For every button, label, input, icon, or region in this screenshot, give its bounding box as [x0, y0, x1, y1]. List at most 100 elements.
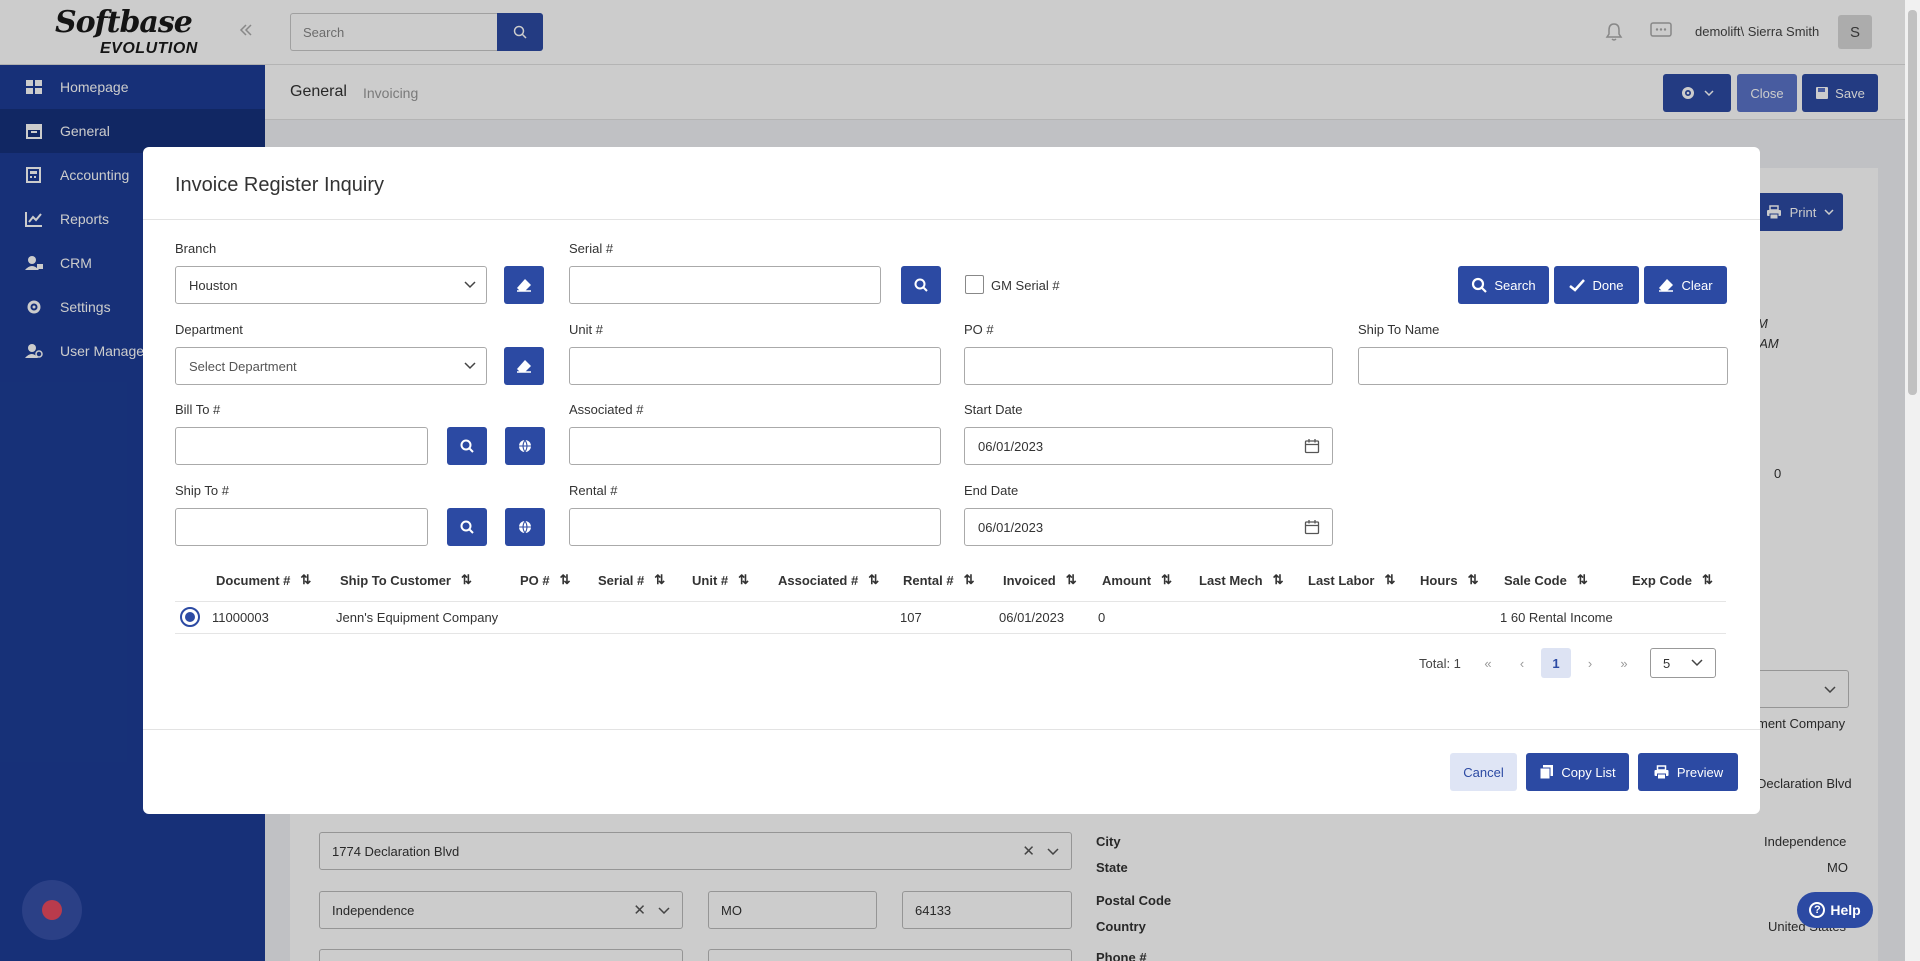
column-header-last-mech[interactable]: Last Mech ⇅: [1199, 572, 1283, 588]
branch-label: Branch: [175, 241, 217, 256]
divider: [143, 729, 1760, 730]
sort-icon: ⇅: [1272, 572, 1284, 587]
column-header-label: Sale Code: [1504, 572, 1567, 588]
po-label: PO #: [964, 322, 994, 337]
sort-icon: ⇅: [460, 572, 472, 587]
row-select-radio[interactable]: [180, 607, 200, 627]
rental-input[interactable]: [569, 508, 941, 546]
scrollbar-thumb[interactable]: [1908, 10, 1917, 395]
eraser-icon: [517, 279, 531, 292]
sort-icon: ⇅: [559, 572, 571, 587]
last-page-button[interactable]: »: [1609, 648, 1639, 678]
column-header-unit[interactable]: Unit # ⇅: [692, 572, 749, 588]
prev-page-button[interactable]: ‹: [1507, 648, 1537, 678]
column-header-invoiced[interactable]: Invoiced ⇅: [1003, 572, 1077, 588]
clear-department-button[interactable]: [504, 347, 544, 385]
copy-icon: [1539, 765, 1554, 780]
sort-icon: ⇅: [300, 572, 312, 587]
column-header-po[interactable]: PO # ⇅: [520, 572, 571, 588]
column-header-ship-to-customer[interactable]: Ship To Customer ⇅: [340, 572, 472, 588]
department-placeholder: Select Department: [189, 358, 297, 374]
column-header-amount[interactable]: Amount ⇅: [1102, 572, 1172, 588]
bill-to-search-button[interactable]: [447, 427, 487, 465]
sort-icon: ⇅: [1576, 572, 1588, 587]
page-scrollbar[interactable]: [1905, 0, 1920, 961]
chevron-down-icon: [464, 362, 476, 370]
preview-label: Preview: [1676, 764, 1724, 780]
ship-to-globe-button[interactable]: [505, 508, 545, 546]
column-header-last-labor[interactable]: Last Labor ⇅: [1308, 572, 1395, 588]
serial-search-button[interactable]: [901, 266, 941, 304]
sort-icon: ⇅: [963, 572, 975, 587]
column-header-exp-code[interactable]: Exp Code ⇅: [1632, 572, 1713, 588]
done-button[interactable]: Done: [1554, 266, 1639, 304]
column-header-label: Last Mech: [1199, 572, 1263, 588]
cell-rental: 107: [900, 610, 922, 625]
globe-icon: [519, 520, 531, 534]
cell-document: 11000003: [212, 610, 269, 625]
column-header-label: Exp Code: [1632, 572, 1692, 588]
column-header-label: Invoiced: [1003, 572, 1056, 588]
serial-label: Serial #: [569, 241, 614, 256]
page-button-1[interactable]: 1: [1541, 648, 1571, 678]
branch-value: Houston: [189, 277, 238, 293]
dialog-title: Invoice Register Inquiry: [175, 174, 384, 196]
bill-to-input[interactable]: [175, 427, 428, 465]
column-header-associated[interactable]: Associated # ⇅: [778, 572, 879, 588]
end-date-input[interactable]: 06/01/2023: [964, 508, 1333, 546]
serial-input[interactable]: [569, 266, 881, 304]
column-header-document[interactable]: Document # ⇅: [216, 572, 311, 588]
bill-to-label: Bill To #: [175, 402, 221, 417]
ship-to-name-input[interactable]: [1358, 347, 1728, 385]
bill-to-globe-button[interactable]: [505, 427, 545, 465]
first-page-button[interactable]: «: [1473, 648, 1503, 678]
gm-serial-label: GM Serial #: [991, 278, 1060, 293]
copy-list-button[interactable]: Copy List: [1526, 753, 1629, 791]
sort-icon: ⇅: [1467, 572, 1479, 587]
clear-branch-button[interactable]: [504, 266, 544, 304]
sort-icon: ⇅: [738, 572, 750, 587]
search-button[interactable]: Search: [1458, 266, 1549, 304]
ship-to-input[interactable]: [175, 508, 428, 546]
cell-customer: Jenn's Equipment Company: [336, 610, 499, 625]
unit-input[interactable]: [569, 347, 941, 385]
cell-sale-code: 1 60 Rental Income: [1500, 610, 1613, 625]
divider: [143, 219, 1760, 220]
column-header-label: Amount: [1102, 572, 1152, 588]
column-header-label: PO #: [520, 572, 550, 588]
help-button[interactable]: ? Help: [1797, 892, 1873, 928]
rental-label: Rental #: [569, 483, 618, 498]
next-page-button[interactable]: ›: [1575, 648, 1605, 678]
gm-serial-checkbox[interactable]: [965, 275, 984, 294]
column-header-sale-code[interactable]: Sale Code ⇅: [1504, 572, 1588, 588]
ship-to-search-button[interactable]: [447, 508, 487, 546]
column-header-rental[interactable]: Rental # ⇅: [903, 572, 974, 588]
checkmark-icon: [1569, 278, 1586, 292]
associated-input[interactable]: [569, 427, 941, 465]
table-divider: [175, 601, 1726, 602]
start-date-input[interactable]: 06/01/2023: [964, 427, 1333, 465]
start-date-label: Start Date: [964, 402, 1023, 417]
printer-icon: [1654, 764, 1669, 779]
column-header-label: Associated #: [778, 572, 859, 588]
associated-label: Associated #: [569, 402, 644, 417]
globe-icon: [519, 439, 531, 453]
ship-to-label: Ship To #: [175, 483, 229, 498]
cancel-button[interactable]: Cancel: [1450, 753, 1517, 791]
column-header-hours[interactable]: Hours ⇅: [1420, 572, 1478, 588]
page-size-select[interactable]: 5: [1650, 648, 1716, 678]
clear-button[interactable]: Clear: [1644, 266, 1727, 304]
invoice-register-inquiry-dialog: Invoice Register Inquiry Branch Houston …: [143, 147, 1760, 814]
po-input[interactable]: [964, 347, 1333, 385]
column-header-serial[interactable]: Serial # ⇅: [598, 572, 665, 588]
column-header-label: Rental #: [903, 572, 954, 588]
department-select[interactable]: Select Department: [175, 347, 487, 385]
eraser-icon: [517, 360, 531, 373]
preview-button[interactable]: Preview: [1638, 753, 1738, 791]
cell-amount: 0: [1098, 610, 1106, 625]
end-date-label: End Date: [964, 483, 1019, 498]
sort-icon: ⇅: [1701, 572, 1713, 587]
branch-select[interactable]: Houston: [175, 266, 487, 304]
sort-icon: ⇅: [1065, 572, 1077, 587]
start-date-value: 06/01/2023: [978, 438, 1044, 454]
